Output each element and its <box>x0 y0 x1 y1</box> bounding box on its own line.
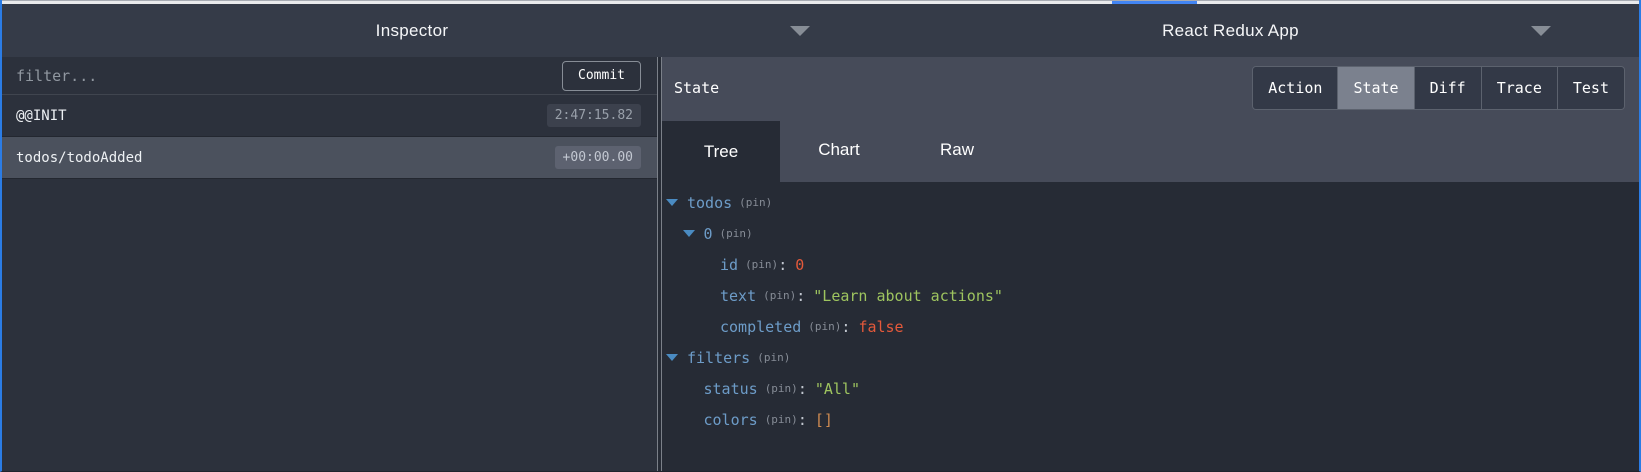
action-list-item[interactable]: @@INIT 2:47:15.82 <box>2 95 657 137</box>
expand-arrow-icon[interactable] <box>666 354 687 361</box>
filter-input[interactable] <box>16 67 562 85</box>
monitor-select-label: Inspector <box>376 21 449 41</box>
tree-value: "All" <box>815 380 860 398</box>
expand-arrow-icon[interactable] <box>666 199 687 206</box>
tree-node-text: text (pin): "Learn about actions" <box>662 280 1639 311</box>
tree-key: filters <box>687 349 750 367</box>
tree-node-colors: colors (pin): [] <box>662 404 1639 435</box>
state-panel-header: State ActionStateDiffTraceTest <box>662 57 1639 118</box>
key-value-separator: : <box>798 380 807 398</box>
pin-link[interactable]: (pin) <box>763 289 796 302</box>
key-value-separator: : <box>796 287 805 305</box>
tree-key: completed <box>720 318 801 336</box>
tree-node-todos[interactable]: todos (pin) <box>662 187 1639 218</box>
chevron-down-icon <box>1531 26 1551 36</box>
monitor-tab-state[interactable]: State <box>1338 67 1414 109</box>
action-type-label: @@INIT <box>16 108 67 124</box>
monitor-select-dropdown[interactable]: Inspector <box>2 4 822 57</box>
key-value-separator: : <box>778 256 787 274</box>
monitor-tab-trace[interactable]: Trace <box>1482 67 1558 109</box>
tree-key: 0 <box>704 225 713 243</box>
pin-link[interactable]: (pin) <box>765 382 798 395</box>
tree-key: todos <box>687 194 732 212</box>
chevron-down-icon <box>790 26 810 36</box>
monitor-tab-action[interactable]: Action <box>1253 67 1338 109</box>
view-tab-raw[interactable]: Raw <box>898 118 1016 182</box>
view-tab-tree[interactable]: Tree <box>662 121 780 182</box>
tree-node-id: id (pin):0 <box>662 249 1639 280</box>
pin-link[interactable]: (pin) <box>808 320 841 333</box>
action-list: @@INIT 2:47:15.82 todos/todoAdded +00:00.00 <box>2 95 657 179</box>
redux-devtools-window: Inspector React Redux App Commit @@INIT 2… <box>0 0 1641 472</box>
action-list-item[interactable]: todos/todoAdded +00:00.00 <box>2 137 657 179</box>
state-tree: todos(pin)0(pin)id(pin):0text(pin):"Lear… <box>662 182 1639 471</box>
tree-value: "Learn about actions" <box>813 287 1003 305</box>
key-value-separator: : <box>841 318 850 336</box>
tree-node-status: status (pin): "All" <box>662 373 1639 404</box>
filter-row: Commit <box>2 57 657 95</box>
commit-button[interactable]: Commit <box>562 61 641 91</box>
action-type-label: todos/todoAdded <box>16 150 142 166</box>
devtools-header: Inspector React Redux App <box>2 4 1639 57</box>
pin-link[interactable]: (pin) <box>745 258 778 271</box>
tree-value: [] <box>815 411 833 429</box>
tree-key: text <box>720 287 756 305</box>
pin-link[interactable]: (pin) <box>757 351 790 364</box>
tree-node-0[interactable]: 0 (pin) <box>662 218 1639 249</box>
view-tab-bar: TreeChartRaw <box>662 118 1639 182</box>
view-tab-chart[interactable]: Chart <box>780 118 898 182</box>
key-value-separator: : <box>798 411 807 429</box>
tree-node-completed: completed (pin): false <box>662 311 1639 342</box>
monitor-tab-diff[interactable]: Diff <box>1415 67 1482 109</box>
pin-link[interactable]: (pin) <box>720 227 753 240</box>
monitor-tab-test[interactable]: Test <box>1558 67 1624 109</box>
expand-arrow-icon[interactable] <box>683 230 704 237</box>
main-area: Commit @@INIT 2:47:15.82 todos/todoAdded +0… <box>2 57 1639 471</box>
tree-node-filters[interactable]: filters (pin) <box>662 342 1639 373</box>
monitor-tab-group: ActionStateDiffTraceTest <box>1252 66 1625 110</box>
tree-value: 0 <box>795 256 804 274</box>
tree-key: status <box>704 380 758 398</box>
instance-select-label: React Redux App <box>1162 21 1299 41</box>
pin-link[interactable]: (pin) <box>765 413 798 426</box>
tree-key: id <box>720 256 738 274</box>
section-title: State <box>674 79 719 97</box>
action-time-badge: 2:47:15.82 <box>547 104 641 127</box>
pin-link[interactable]: (pin) <box>739 196 772 209</box>
tree-key: colors <box>704 411 758 429</box>
action-time-badge: +00:00.00 <box>555 146 641 169</box>
state-panel: State ActionStateDiffTraceTest TreeChart… <box>662 57 1639 471</box>
instance-select-dropdown[interactable]: React Redux App <box>822 4 1639 57</box>
action-list-panel: Commit @@INIT 2:47:15.82 todos/todoAdded +0… <box>2 57 657 471</box>
tree-value: false <box>858 318 903 336</box>
